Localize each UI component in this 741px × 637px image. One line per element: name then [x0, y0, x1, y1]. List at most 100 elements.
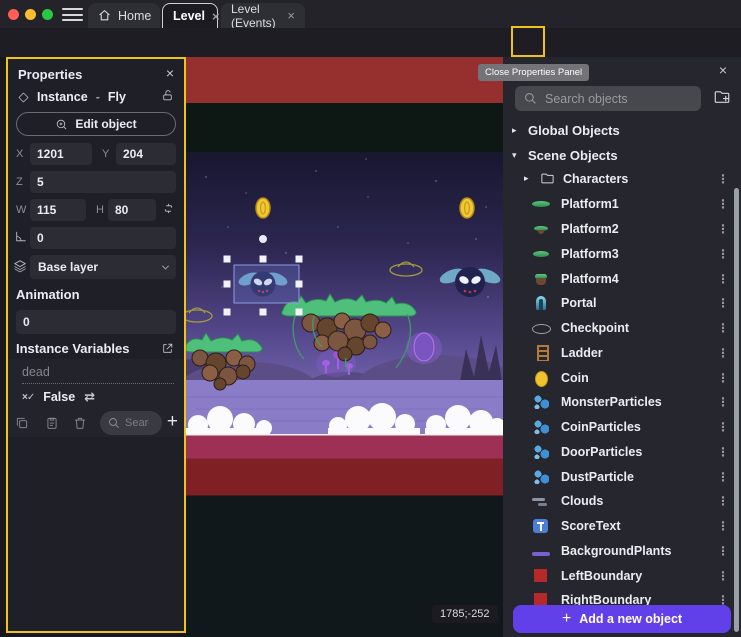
unlock-icon[interactable] [161, 89, 174, 107]
layer-select[interactable]: Base layer [30, 255, 176, 279]
close-window-button[interactable] [8, 9, 19, 20]
folder-characters[interactable]: ▸ Characters ⋮ [503, 166, 741, 191]
kebab-menu-icon[interactable]: ⋮ [717, 296, 729, 310]
clouds-thumbnail [531, 493, 551, 509]
main-menu-icon[interactable] [62, 8, 83, 21]
animation-input[interactable] [16, 310, 176, 334]
object-list-item[interactable]: Platform2 ⋮ [503, 217, 741, 242]
edit-object-icon [55, 118, 68, 131]
trash-icon[interactable] [70, 413, 90, 433]
x-input[interactable] [30, 143, 92, 165]
objects-panel: Objects × ▸ Global Objects ▾ Scene Objec… [503, 57, 741, 637]
object-list-item[interactable]: Portal ⋮ [503, 291, 741, 316]
add-new-object-button[interactable]: + Add a new object [513, 605, 731, 633]
variable-value: False [43, 390, 75, 404]
group-global-objects[interactable]: ▸ Global Objects [503, 118, 741, 143]
minimize-window-button[interactable] [25, 9, 36, 20]
kebab-menu-icon[interactable]: ⋮ [717, 346, 729, 360]
object-list-item[interactable]: CoinParticles ⋮ [503, 415, 741, 440]
tab-level[interactable]: Level × [162, 3, 218, 28]
h-input[interactable] [108, 199, 156, 221]
object-list-item[interactable]: Clouds ⋮ [503, 489, 741, 514]
close-tab-icon[interactable]: × [287, 9, 295, 22]
object-list-item[interactable]: Checkpoint ⋮ [503, 316, 741, 341]
chevron-right-icon[interactable]: ▸ [512, 125, 520, 136]
kebab-menu-icon[interactable]: ⋮ [717, 494, 729, 508]
object-list-item[interactable]: Ladder ⋮ [503, 341, 741, 366]
object-list-item[interactable]: ScoreText ⋮ [503, 514, 741, 539]
w-input[interactable] [30, 199, 86, 221]
objects-list-scrollbar[interactable] [734, 188, 739, 632]
boundary-band-crimson[interactable] [186, 436, 503, 459]
object-list-item[interactable]: BackgroundPlants ⋮ [503, 539, 741, 564]
kebab-menu-icon[interactable]: ⋮ [717, 569, 729, 583]
copy-icon[interactable] [12, 413, 32, 433]
kebab-menu-icon[interactable]: ⋮ [717, 197, 729, 211]
kebab-menu-icon[interactable]: ⋮ [717, 222, 729, 236]
top-boundary[interactable] [186, 57, 503, 103]
kebab-menu-icon[interactable]: ⋮ [717, 247, 729, 261]
variables-toolbar: + [8, 411, 184, 437]
y-input[interactable] [116, 143, 176, 165]
kebab-menu-icon[interactable]: ⋮ [717, 519, 729, 533]
object-name: Platform4 [561, 272, 619, 286]
angle-input[interactable] [30, 227, 176, 249]
object-list-item[interactable]: DoorParticles ⋮ [503, 440, 741, 465]
kebab-menu-icon[interactable]: ⋮ [717, 470, 729, 484]
selection-box[interactable] [234, 265, 299, 303]
coin-instance[interactable] [256, 198, 270, 218]
search-objects-box[interactable] [515, 86, 701, 111]
variable-value-row[interactable]: ×✓ False ⇄ [22, 389, 95, 405]
swap-values-icon[interactable]: ⇄ [84, 389, 95, 405]
tab-level-events[interactable]: Level (Events) × [221, 3, 305, 28]
object-list-item[interactable]: Platform3 ⋮ [503, 242, 741, 267]
chevron-down-icon[interactable]: ▾ [512, 150, 520, 161]
group-scene-objects[interactable]: ▾ Scene Objects [503, 143, 741, 168]
kebab-menu-icon[interactable]: ⋮ [717, 420, 729, 434]
object-list-item[interactable]: MonsterParticles ⋮ [503, 390, 741, 415]
add-variable-icon[interactable]: + [167, 411, 178, 433]
kebab-menu-icon[interactable]: ⋮ [717, 272, 729, 286]
object-name: DustParticle [561, 470, 634, 484]
edit-object-label: Edit object [75, 117, 136, 131]
paste-icon[interactable] [42, 413, 62, 433]
kebab-menu-icon[interactable]: ⋮ [717, 321, 729, 335]
tab-home[interactable]: Home [88, 3, 160, 28]
kebab-menu-icon[interactable]: ⋮ [717, 544, 729, 558]
object-list-item[interactable]: Platform4 ⋮ [503, 266, 741, 291]
scene-canvas[interactable]: 1785;-252 [186, 57, 503, 637]
object-list-item[interactable]: LeftBoundary ⋮ [503, 563, 741, 588]
close-properties-icon[interactable]: × [166, 65, 174, 81]
close-objects-panel-icon[interactable]: × [719, 62, 727, 78]
search-objects-input[interactable] [545, 92, 692, 106]
particles-thumbnail [531, 469, 551, 485]
platform2-thumbnail [531, 221, 551, 237]
z-input[interactable] [30, 171, 176, 193]
variables-search-input[interactable] [125, 417, 149, 429]
maximize-window-button[interactable] [42, 9, 53, 20]
object-name: Portal [561, 296, 596, 310]
kebab-menu-icon[interactable]: ⋮ [717, 172, 729, 186]
object-list-item[interactable]: Coin ⋮ [503, 365, 741, 390]
kebab-menu-icon[interactable]: ⋮ [717, 395, 729, 409]
object-list-item[interactable]: Platform1 ⋮ [503, 192, 741, 217]
variable-name[interactable]: dead [22, 365, 174, 384]
add-folder-icon[interactable] [713, 88, 731, 111]
object-name: Platform1 [561, 197, 619, 211]
particle-dot[interactable] [259, 235, 267, 243]
object-name: Platform3 [561, 247, 619, 261]
object-list-item[interactable]: DustParticle ⋮ [503, 464, 741, 489]
aspect-ratio-lock-icon[interactable] [162, 202, 175, 215]
window-controls [8, 9, 53, 20]
edit-object-button[interactable]: Edit object [16, 112, 176, 136]
open-variables-editor-icon[interactable] [161, 342, 174, 355]
chevron-right-icon[interactable]: ▸ [524, 173, 532, 184]
close-tab-icon[interactable]: × [212, 10, 220, 23]
plus-icon: + [562, 610, 571, 628]
kebab-menu-icon[interactable]: ⋮ [717, 371, 729, 385]
boundary-band-red[interactable] [186, 459, 503, 496]
checkpoint-thumbnail [531, 320, 551, 336]
variables-search-box[interactable] [100, 411, 162, 435]
kebab-menu-icon[interactable]: ⋮ [717, 445, 729, 459]
coin-instance[interactable] [460, 198, 474, 218]
